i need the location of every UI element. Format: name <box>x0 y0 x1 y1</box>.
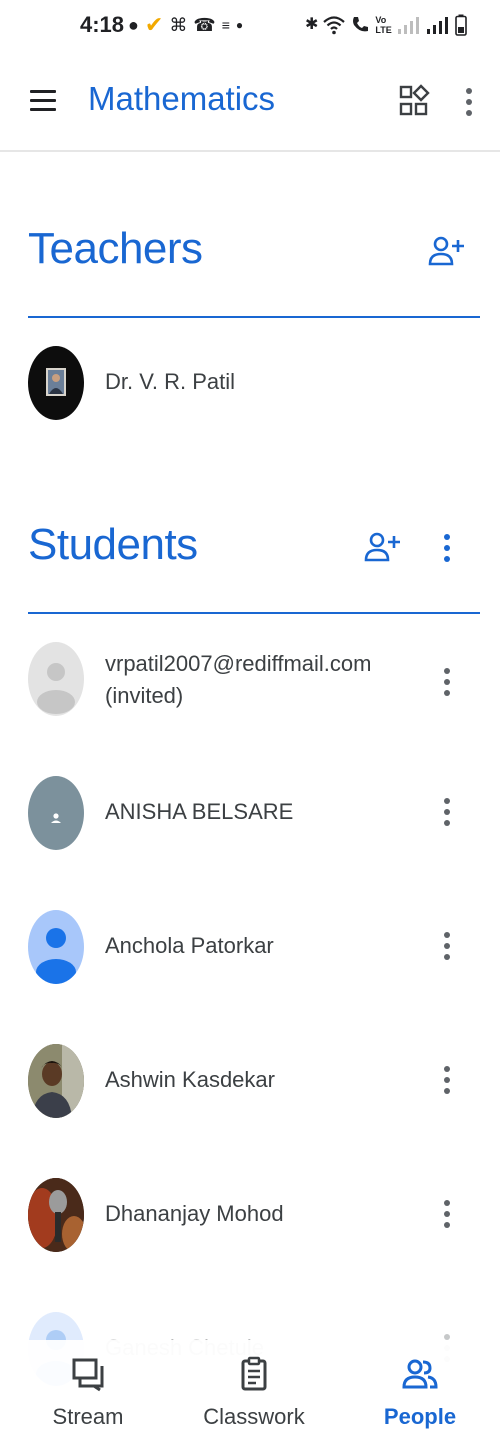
nav-stream-label: Stream <box>52 1404 124 1429</box>
status-time: 4:18 <box>80 12 125 37</box>
teachers-heading: Teachers <box>28 224 203 273</box>
avatar <box>28 346 84 420</box>
call-icon <box>353 17 369 32</box>
avatar <box>28 642 84 716</box>
stream-icon <box>72 1358 104 1392</box>
menu-icon[interactable] <box>30 90 58 112</box>
student-more-icon[interactable] <box>438 928 456 964</box>
nav-classwork-label: Classwork <box>203 1404 305 1429</box>
student-more-icon[interactable] <box>438 1196 456 1232</box>
student-name: ANISHA BELSARE <box>105 799 294 824</box>
invite-teacher-icon[interactable] <box>428 234 466 270</box>
teacher-row[interactable]: Dr. V. R. Patil <box>0 340 500 450</box>
nav-people[interactable]: People <box>350 1350 490 1440</box>
students-more-icon[interactable] <box>438 530 456 566</box>
nav-people-label: People <box>383 1404 457 1429</box>
app-icon: ⌘ <box>169 15 188 35</box>
students-divider <box>28 612 480 614</box>
teachers-divider <box>28 316 480 318</box>
whatsapp-icon: ☎ <box>193 15 216 35</box>
students-heading: Students <box>28 520 198 569</box>
student-row[interactable]: Dhananjay Mohod <box>0 1172 500 1282</box>
notification-icon: ≡ <box>221 17 230 33</box>
student-name: Ashwin Kasdekar <box>105 1067 275 1092</box>
nav-stream[interactable]: Stream <box>18 1350 158 1440</box>
battery-icon <box>454 14 467 36</box>
classwork-icon <box>241 1356 267 1391</box>
student-row[interactable]: Anchola Patorkar <box>0 904 500 1014</box>
teacher-name: Dr. V. R. Patil <box>105 369 236 394</box>
avatar <box>28 1178 84 1252</box>
avatar <box>28 776 84 850</box>
student-more-icon[interactable] <box>438 664 456 700</box>
avatar <box>28 910 84 984</box>
dot-icon: ● <box>235 18 244 32</box>
signal-icon <box>426 17 448 34</box>
student-name: Dhananjay Mohod <box>105 1201 284 1226</box>
status-left-icons: ● ✔ ⌘ ☎ ≡ ● <box>128 12 243 38</box>
student-more-icon[interactable] <box>438 794 456 830</box>
student-more-icon[interactable] <box>438 1062 456 1098</box>
student-row[interactable]: vrpatil2007@rediffmail.com (invited) <box>0 636 500 746</box>
student-row[interactable]: Ashwin Kasdekar <box>0 1038 500 1148</box>
avatar <box>28 1044 84 1118</box>
check-icon: ✔ <box>144 12 164 37</box>
bottom-navigation: Stream Classwork People <box>0 1340 500 1447</box>
nav-classwork[interactable]: Classwork <box>184 1350 324 1440</box>
student-email: vrpatil2007@rediffmail.com <box>105 651 372 676</box>
wifi-icon <box>323 16 346 35</box>
app-bar-divider <box>0 150 500 152</box>
student-row[interactable]: ANISHA BELSARE <box>0 770 500 880</box>
messenger-icon: ● <box>128 15 139 35</box>
more-options-icon[interactable] <box>460 84 480 120</box>
invite-student-icon[interactable] <box>364 530 402 566</box>
app-bar: Mathematics <box>0 62 500 142</box>
signal-icon <box>397 17 419 34</box>
status-bar: 4:18 ● ✔ ⌘ ☎ ≡ ● ✱ Vo LTE <box>0 0 500 52</box>
student-name: Anchola Patorkar <box>105 933 274 958</box>
class-title: Mathematics <box>88 80 276 117</box>
bluetooth-icon: ✱ <box>305 16 319 33</box>
status-right-icons: ✱ Vo LTE <box>305 12 467 38</box>
volte-icon: Vo LTE <box>375 15 392 35</box>
invited-status: (invited) <box>105 683 184 708</box>
people-icon <box>402 1359 438 1389</box>
class-drive-apps-icon[interactable] <box>398 84 430 118</box>
